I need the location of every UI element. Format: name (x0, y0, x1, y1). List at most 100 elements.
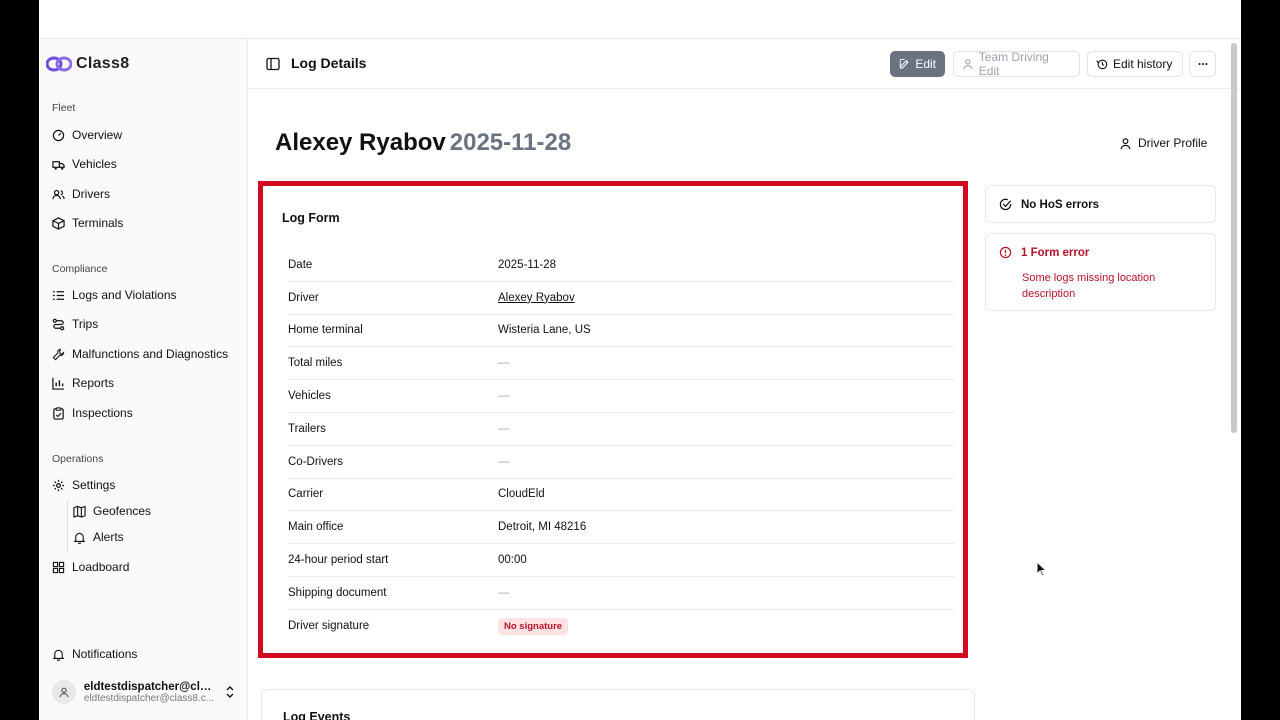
nav-label: Malfunctions and Diagnostics (72, 347, 229, 361)
nav-label: Logs and Violations (72, 288, 177, 302)
nav-item-loadboard[interactable]: Loadboard (52, 556, 129, 578)
field-value: CloudEld (498, 488, 545, 501)
nav-item-malfunctions-and-diagnostics[interactable]: Malfunctions and Diagnostics (52, 343, 228, 365)
log-events-card: Log Events (261, 689, 975, 720)
nav-item-trips[interactable]: Trips (52, 313, 98, 335)
nav-item-overview[interactable]: Overview (52, 124, 122, 146)
nav-item-terminals[interactable]: Terminals (52, 212, 123, 234)
brand[interactable]: Class8 (46, 53, 129, 75)
section-label-compliance: Compliance (52, 263, 108, 275)
no-signature-badge: No signature (498, 617, 569, 635)
table-row: Trailers — (288, 413, 955, 446)
nav-label: Terminals (72, 216, 124, 230)
table-row: Total miles — (288, 347, 955, 381)
sidebar: Class8 Fleet Overview Vehicles Drivers T… (39, 39, 248, 720)
user-name: eldtestdispatcher@cla... (83, 680, 216, 693)
nav-label: Loadboard (72, 560, 130, 574)
field-label: Trailers (288, 422, 326, 435)
log-events-title: Log Events (283, 710, 351, 720)
package-icon (52, 216, 65, 230)
gear-icon (52, 479, 65, 491)
field-value: — (498, 422, 510, 435)
hos-status-card: No HoS errors (985, 185, 1216, 223)
nav-item-inspections[interactable]: Inspections (52, 402, 133, 424)
nav-label: Drivers (72, 187, 110, 201)
nav-item-settings[interactable]: Settings (52, 474, 115, 496)
grid-icon (52, 561, 65, 573)
team-driving-edit-label: Team Driving Edit (978, 50, 1049, 78)
nav-item-logs-and-violations[interactable]: Logs and Violations (52, 284, 177, 306)
truck-icon (52, 160, 65, 170)
edit-button[interactable]: Edit (890, 51, 945, 77)
field-value: — (498, 586, 510, 599)
page-title: Log Details (291, 55, 367, 71)
log-form-card: Log Form Date 2025-11-28 Driver Alexey Rya… (258, 181, 968, 658)
field-label: Driver (288, 291, 319, 304)
nav-label: Settings (72, 478, 116, 492)
field-label: Shipping document (288, 586, 387, 599)
section-label-operations: Operations (52, 453, 104, 465)
nav-item-drivers[interactable]: Drivers (52, 183, 110, 205)
hos-status-text: No HoS errors (1021, 198, 1099, 211)
form-error-card: 1 Form error Some logs missing location … (985, 233, 1216, 311)
field-label: Vehicles (288, 390, 331, 403)
driver-link[interactable]: Alexey Ryabov (498, 292, 575, 304)
bar-chart-icon (52, 377, 65, 390)
field-label: 24-hour period start (288, 554, 389, 567)
nav-label: Inspections (72, 406, 133, 420)
brand-name: Class8 (76, 55, 130, 72)
table-row: Carrier CloudEld (288, 479, 955, 512)
class8-logo-icon (46, 56, 72, 72)
nav-label: Geofences (93, 504, 152, 518)
list-icon (52, 290, 65, 300)
avatar (52, 680, 76, 704)
user-menu[interactable]: eldtestdispatcher@cla... eldtestdispatch… (52, 676, 237, 708)
field-value: — (498, 455, 510, 468)
field-label: Main office (288, 521, 344, 534)
table-row: Co-Drivers — (288, 446, 955, 479)
chevrons-up-down-icon (226, 686, 234, 698)
section-label-fleet: Fleet (52, 102, 76, 114)
field-label: Driver signature (288, 620, 370, 633)
field-value: 2025-11-28 (498, 258, 556, 271)
history-icon (1096, 59, 1108, 70)
nav-item-geofences[interactable]: Geofences (73, 500, 151, 522)
bell-icon (73, 532, 86, 544)
clipboard-icon (53, 406, 64, 420)
gauge-icon (52, 129, 65, 141)
edit-history-button[interactable]: Edit history (1087, 51, 1183, 77)
scrollbar[interactable] (1231, 43, 1237, 433)
nav-label: Notifications (72, 647, 138, 661)
log-form-table: Date 2025-11-28 Driver Alexey Ryabov Home … (288, 249, 955, 643)
form-error-description: Some logs missing location description (1022, 272, 1156, 300)
page-header: Log Details Edit Team Driving Edit Edit … (249, 39, 1239, 89)
nav-label: Overview (72, 128, 123, 142)
field-value: — (498, 357, 510, 370)
table-row: Home terminal Wisteria Lane, US (288, 315, 955, 348)
wrench-icon (52, 348, 65, 360)
table-row: Driver Alexey Ryabov (288, 282, 955, 315)
table-row: Main office Detroit, MI 48216 (288, 511, 955, 545)
nav-item-alerts[interactable]: Alerts (73, 526, 124, 548)
table-row: Vehicles — (288, 380, 955, 413)
team-driving-edit-button[interactable]: Team Driving Edit (953, 50, 1080, 78)
ellipsis-icon (1198, 62, 1207, 66)
log-form-title: Log Form (282, 211, 340, 225)
more-options-button[interactable] (1189, 51, 1216, 77)
user-icon (59, 687, 69, 698)
browser-top-strip (39, 0, 1241, 39)
driver-profile-link[interactable]: Driver Profile (1119, 136, 1207, 150)
field-value: Wisteria Lane, US (498, 324, 591, 337)
field-value: — (498, 390, 510, 403)
nav-item-reports[interactable]: Reports (52, 372, 114, 394)
mouse-cursor-icon (1036, 561, 1047, 577)
field-label: Date (288, 258, 313, 271)
field-value: 00:00 (498, 554, 527, 567)
form-error-title: 1 Form error (1021, 246, 1090, 259)
sidebar-toggle-icon[interactable] (266, 57, 280, 71)
edit-history-label: Edit history (1113, 57, 1173, 71)
nav-label: Alerts (93, 530, 124, 544)
nav-item-vehicles[interactable]: Vehicles (52, 153, 117, 175)
field-value: Detroit, MI 48216 (498, 521, 587, 534)
nav-item-notifications[interactable]: Notifications (52, 643, 137, 665)
